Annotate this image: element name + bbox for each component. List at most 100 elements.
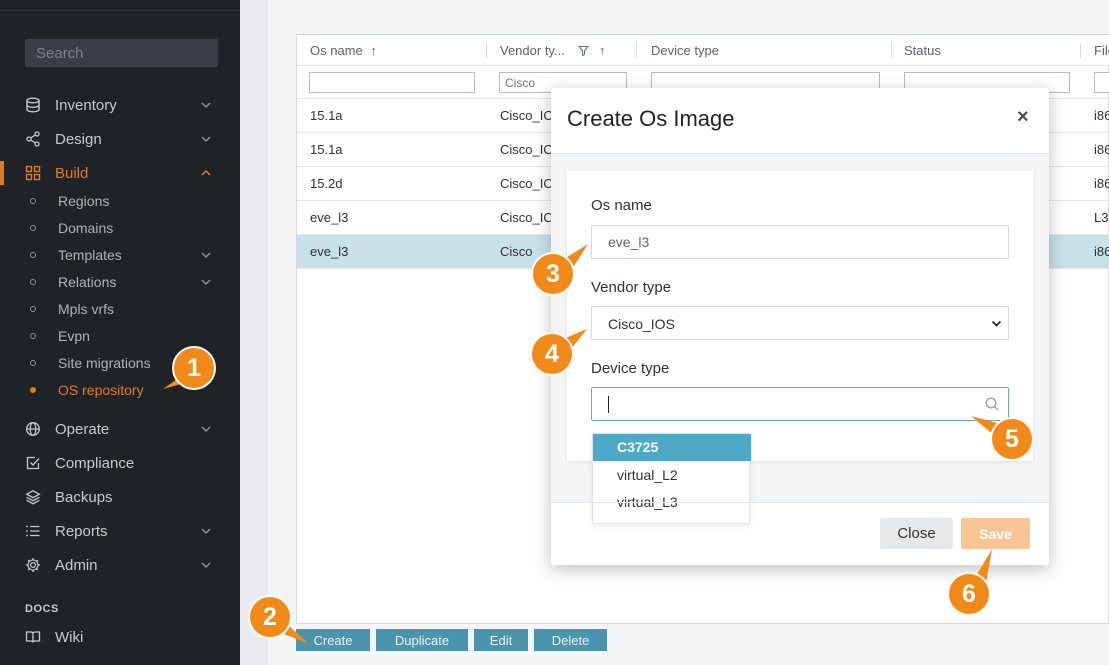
dropdown-option-c3725[interactable]: C3725 xyxy=(593,434,751,461)
step-marker-5: 5 xyxy=(971,416,1035,462)
device-type-input[interactable] xyxy=(591,387,1009,421)
sidebar-item-backups[interactable]: Backups xyxy=(0,482,240,512)
step-number: 6 xyxy=(962,580,976,608)
sidebar-subitem-mpls-vrfs[interactable]: Mpls vrfs xyxy=(0,297,240,321)
chevron-down-icon xyxy=(991,320,1002,327)
close-icon[interactable]: × xyxy=(1017,106,1029,129)
cell-os-name: eve_l3 xyxy=(310,210,349,225)
sidebar-item-build[interactable]: Build xyxy=(0,158,240,188)
cell-os-name: eve_l3 xyxy=(310,244,349,259)
sidebar-item-label: Compliance xyxy=(55,454,135,472)
column-header-os-name[interactable]: Os name ↑ xyxy=(310,35,377,66)
sidebar-subitem-label: Mpls vrfs xyxy=(58,301,114,317)
step-marker-1: 1 xyxy=(163,345,217,391)
column-header-vendor-type[interactable]: Vendor ty... xyxy=(500,35,565,66)
vendor-type-value: Cisco_IOS xyxy=(608,316,675,332)
create-button[interactable]: Create xyxy=(296,629,370,651)
sidebar-subitem-label: Site migrations xyxy=(58,355,151,371)
dialog-footer-divider xyxy=(551,502,1049,503)
gear-icon xyxy=(24,556,42,574)
file-filter-input[interactable] xyxy=(1094,72,1109,93)
chevron-up-icon xyxy=(201,169,211,176)
sidebar-subitem-relations[interactable]: Relations xyxy=(0,270,240,294)
sidebar-item-admin[interactable]: Admin xyxy=(0,550,240,580)
sidebar-divider xyxy=(0,10,240,11)
book-icon xyxy=(24,628,42,646)
checkbox-icon xyxy=(24,454,42,472)
sidebar-subitem-templates[interactable]: Templates xyxy=(0,243,240,267)
chevron-down-icon xyxy=(201,136,211,143)
chevron-down-icon xyxy=(201,562,211,569)
cell-os-name: 15.1a xyxy=(310,108,343,123)
globe-icon xyxy=(24,420,42,438)
text-cursor xyxy=(608,396,609,413)
sidebar-item-label: Wiki xyxy=(55,628,84,646)
bullet-icon xyxy=(30,333,36,339)
bullet-icon xyxy=(30,306,36,312)
column-resizer[interactable] xyxy=(636,43,637,58)
sidebar-item-wiki[interactable]: Wiki xyxy=(0,622,240,652)
cell-os-name: 15.1a xyxy=(310,142,343,157)
vendor-type-label: Vendor type xyxy=(591,279,672,296)
sidebar-subitem-label: Regions xyxy=(58,193,110,209)
dropdown-option-virtual-l2[interactable]: virtual_L2 xyxy=(593,462,751,489)
filter-icon[interactable] xyxy=(578,45,589,56)
step-marker-6: 6 xyxy=(946,549,992,617)
sidebar-item-inventory[interactable]: Inventory xyxy=(0,90,240,120)
step-number: 3 xyxy=(546,260,560,288)
cell-os-name: 15.2d xyxy=(310,176,343,191)
sidebar-subitem-label: Relations xyxy=(58,274,117,290)
dialog-title: Create Os Image xyxy=(567,106,735,131)
step-number: 2 xyxy=(263,603,277,631)
sidebar-subitem-label: Evpn xyxy=(58,328,90,344)
sidebar-item-reports[interactable]: Reports xyxy=(0,516,240,546)
create-os-image-dialog: Create Os Image × Os name Vendor type Ci… xyxy=(551,88,1049,565)
device-type-label: Device type xyxy=(591,360,670,377)
duplicate-button[interactable]: Duplicate xyxy=(376,629,468,651)
device-type-dropdown: C3725 virtual_L2 virtual_L3 xyxy=(592,433,751,524)
sidebar-search-input[interactable] xyxy=(25,39,218,67)
sidebar-item-label: Reports xyxy=(55,522,108,540)
sidebar-item-label: Backups xyxy=(55,488,113,506)
os-name-input[interactable] xyxy=(591,225,1009,259)
vendor-type-select[interactable]: Cisco_IOS xyxy=(591,306,1009,340)
layers-icon xyxy=(24,488,42,506)
chevron-down-icon xyxy=(201,528,211,535)
step-marker-3: 3 xyxy=(530,244,588,297)
bullet-icon xyxy=(30,279,36,285)
chevron-down-icon xyxy=(201,279,211,286)
delete-button[interactable]: Delete xyxy=(534,629,607,651)
bullet-icon xyxy=(30,225,36,231)
step-marker-2: 2 xyxy=(247,594,309,644)
column-resizer[interactable] xyxy=(486,43,487,58)
sidebar-subitem-domains[interactable]: Domains xyxy=(0,216,240,240)
sidebar-subitem-regions[interactable]: Regions xyxy=(0,189,240,213)
column-resizer[interactable] xyxy=(891,43,892,58)
sidebar-subitem-label: Domains xyxy=(58,220,114,236)
cell-file: i86 xyxy=(1094,244,1109,259)
step-marker-4: 4 xyxy=(529,329,587,377)
active-indicator xyxy=(0,161,4,185)
save-button[interactable]: Save xyxy=(961,518,1030,549)
sort-up-icon[interactable]: ↑ xyxy=(599,35,606,66)
sidebar-item-compliance[interactable]: Compliance xyxy=(0,448,240,478)
edit-button[interactable]: Edit xyxy=(474,629,528,651)
column-header-status[interactable]: Status xyxy=(904,35,941,66)
grid-icon xyxy=(24,164,42,182)
cell-file: i86 xyxy=(1094,176,1109,191)
sidebar-item-label: Operate xyxy=(55,420,110,438)
sidebar-item-design[interactable]: Design xyxy=(0,124,240,154)
step-number: 4 xyxy=(545,340,559,368)
column-header-device-type[interactable]: Device type xyxy=(651,35,719,66)
close-button[interactable]: Close xyxy=(880,518,953,549)
column-header-file[interactable]: File xyxy=(1094,35,1109,66)
sidebar-item-operate[interactable]: Operate xyxy=(0,414,240,444)
bullet-icon xyxy=(30,252,36,258)
sort-up-icon: ↑ xyxy=(370,43,377,58)
cell-file: L3- xyxy=(1094,210,1109,225)
os-name-filter-input[interactable] xyxy=(309,72,475,93)
column-resizer[interactable] xyxy=(1080,43,1081,58)
os-name-label: Os name xyxy=(591,197,652,214)
docs-heading: DOCS xyxy=(25,603,59,615)
bullet-icon xyxy=(30,387,36,393)
